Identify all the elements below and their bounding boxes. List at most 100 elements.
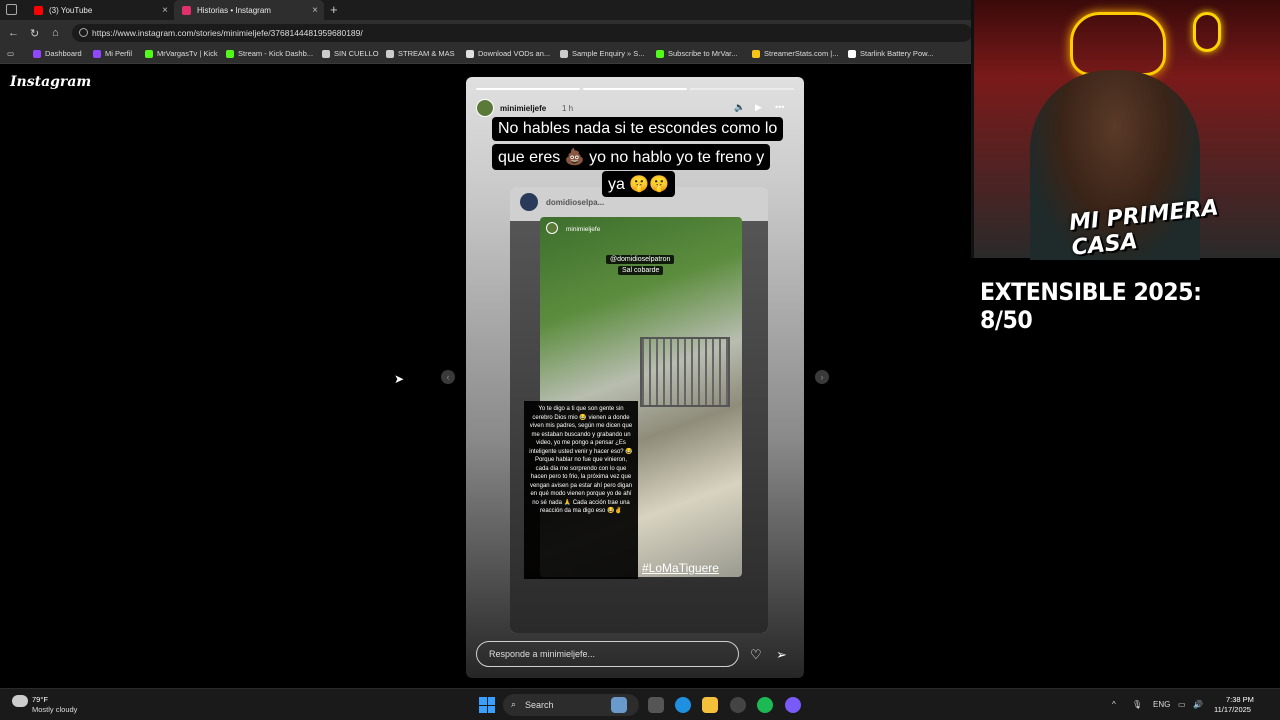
instagram-logo[interactable]: Instagram (10, 74, 91, 90)
caption-line: ya 🤫🤫 (602, 171, 676, 197)
bookmark-item[interactable]: StreamerStats.com |... (752, 49, 838, 58)
bookmark-icon (656, 49, 664, 58)
instagram-icon (182, 5, 191, 15)
bookmark-item[interactable]: Download VODs an... (466, 49, 550, 58)
new-tab-button[interactable]: + (330, 2, 338, 17)
sub-goal-text: EXTENSIBLE 2025: 8/50 (980, 278, 1202, 334)
close-tab-icon[interactable]: × (162, 5, 168, 16)
spotify-icon[interactable] (757, 697, 773, 713)
reload-icon[interactable]: ↻ (30, 27, 39, 40)
language-indicator[interactable]: ENG (1153, 700, 1170, 709)
reading-list-icon[interactable]: ▭ (7, 49, 14, 58)
close-tab-icon[interactable]: × (312, 5, 318, 16)
back-icon[interactable]: ← (8, 27, 19, 39)
next-story-button[interactable]: › (815, 370, 829, 384)
story-username[interactable]: minimieljefe (500, 104, 546, 113)
taskbar (0, 688, 1280, 720)
youtube-icon (34, 5, 43, 15)
story-text-overlay: Yo te digo a ti que son gente sin cerebr… (524, 401, 638, 579)
bookmark-label: Starlink Battery Pow... (860, 49, 934, 58)
bookmark-icon (466, 49, 474, 58)
clock-time[interactable]: 7:38 PM (1226, 695, 1254, 704)
site-info-icon[interactable] (79, 28, 88, 37)
gate-image (640, 337, 730, 407)
more-options-icon[interactable]: ••• (775, 102, 784, 112)
bookmark-label: Mi Perfil (105, 49, 133, 58)
bookmark-label: Dashboard (45, 49, 82, 58)
mention-sticker: @domidioselpatron (606, 255, 675, 264)
bookmark-label: Sample Enquiry » S... (572, 49, 645, 58)
home-icon[interactable]: ⌂ (52, 27, 59, 39)
tab-title: (3) YouTube (49, 5, 93, 15)
progress-segment (690, 88, 794, 90)
neon-sign (1070, 12, 1166, 76)
previous-story-button[interactable]: ‹ (441, 370, 455, 384)
bookmark-label: Download VODs an... (478, 49, 551, 58)
tab-instagram[interactable]: Historias • Instagram × (174, 0, 324, 20)
mouse-cursor-icon: ➤ (394, 372, 405, 386)
network-icon[interactable]: ▭ (1178, 700, 1186, 709)
progress-segment (583, 88, 687, 90)
story-progress (476, 88, 794, 90)
microphone-icon[interactable]: 🎙 (1132, 700, 1142, 709)
story-caption: No hables nada si te escondes como lo qu… (492, 117, 800, 245)
story-viewer[interactable]: minimieljefe 1 h 🔈 ▶ ••• domidioselpa...… (466, 77, 804, 678)
sticker-text: Sal cobarde (618, 266, 664, 275)
story-time: 1 h (562, 104, 574, 113)
windows-start-icon[interactable] (479, 697, 495, 713)
volume-icon[interactable]: 🔊 (1193, 700, 1203, 709)
clock-date[interactable]: 11/17/2025 (1214, 705, 1251, 714)
weather-icon[interactable] (12, 695, 28, 707)
bookmark-icon (752, 49, 760, 58)
bookmark-item[interactable]: Sample Enquiry » S... (560, 49, 645, 58)
bookmark-label: SIN CUELLO (334, 49, 379, 58)
tray-overflow-icon[interactable]: ^ (1112, 700, 1116, 709)
hashtag-sticker[interactable]: #LoMaTiguere (642, 561, 719, 575)
reply-input[interactable]: Responde a minimieljefe... (476, 641, 739, 667)
avatar[interactable] (476, 99, 494, 117)
like-icon[interactable]: ♡ (750, 647, 762, 663)
bookmark-item[interactable]: SIN CUELLO (322, 49, 379, 58)
widget-icon[interactable] (611, 697, 627, 713)
edge-icon[interactable] (675, 697, 691, 713)
bookmark-icon (848, 49, 856, 58)
tab-actions-icon[interactable] (6, 4, 17, 15)
neon-sign (1193, 12, 1221, 52)
bookmark-item[interactable]: Starlink Battery Pow... (848, 49, 933, 58)
bookmark-item[interactable]: MrVargasTv | Kick (145, 49, 218, 58)
bookmark-icon (322, 49, 330, 58)
bookmark-item[interactable]: Stream - Kick Dashb... (226, 49, 313, 58)
weather-description[interactable]: Mostly cloudy (32, 705, 77, 714)
bookmark-icon (560, 49, 568, 58)
bookmark-item[interactable]: Subscribe to MrVar... (656, 49, 737, 58)
task-view-icon[interactable] (648, 697, 664, 713)
tab-title: Historias • Instagram (197, 5, 271, 15)
progress-segment (476, 88, 580, 90)
search-icon: ⌕ (511, 699, 517, 709)
tab-youtube[interactable]: (3) YouTube × (26, 0, 174, 20)
bookmark-icon (145, 49, 153, 58)
bookmark-label: StreamerStats.com |... (764, 49, 839, 58)
bookmark-label: Stream - Kick Dashb... (238, 49, 314, 58)
url-field[interactable]: https://www.instagram.com/stories/minimi… (72, 24, 972, 42)
weather-temperature[interactable]: 79°F (32, 695, 48, 704)
file-explorer-icon[interactable] (702, 697, 718, 713)
bookmark-icon (93, 49, 101, 58)
bookmark-icon (386, 49, 394, 58)
bookmark-item[interactable]: Mi Perfil (93, 49, 132, 58)
bookmark-label: Subscribe to MrVar... (668, 49, 738, 58)
reposted-story-card: domidioselpa... minimieljefe @domidiosel… (510, 187, 768, 633)
bookmark-label: MrVargasTv | Kick (157, 49, 218, 58)
bookmark-icon (33, 49, 41, 58)
bookmark-item[interactable]: STREAM & MAS (386, 49, 455, 58)
caption-line: que eres 💩 yo no hablo yo te freno y (492, 144, 771, 170)
play-icon[interactable]: ▶ (755, 102, 762, 113)
bookmark-item[interactable]: Dashboard (33, 49, 82, 58)
bookmark-icon (226, 49, 234, 58)
send-icon[interactable]: ➢ (776, 647, 787, 663)
mute-icon[interactable]: 🔈 (734, 102, 745, 113)
obs-icon[interactable] (730, 697, 746, 713)
bookmark-label: STREAM & MAS (398, 49, 455, 58)
discord-icon[interactable] (785, 697, 801, 713)
caption-line: No hables nada si te escondes como lo (492, 117, 784, 141)
